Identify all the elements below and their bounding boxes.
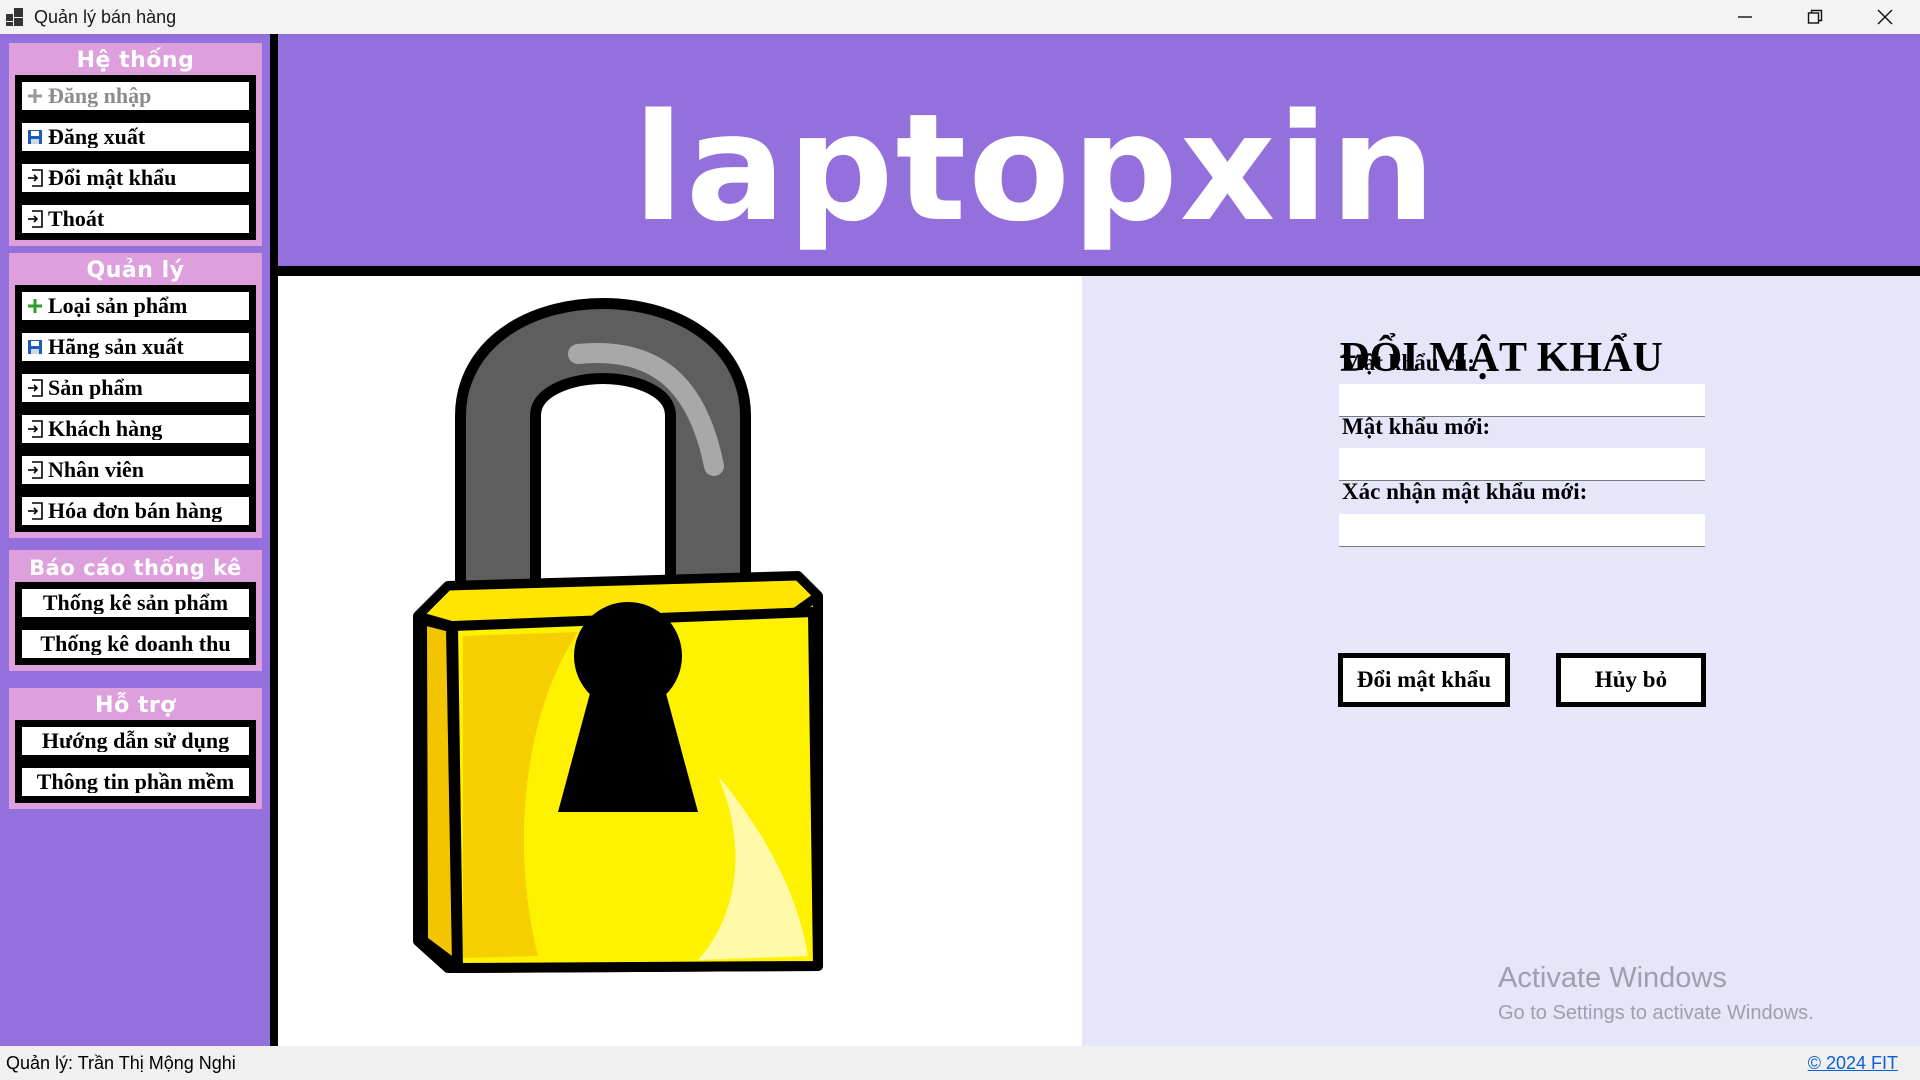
menu-label: Đổi mật khẩu [48, 165, 177, 190]
software-info-button[interactable]: Thông tin phần mềm [19, 765, 252, 799]
new-password-input[interactable] [1339, 448, 1705, 481]
confirm-password-label: Xác nhận mật khẩu mới: [1342, 479, 1588, 504]
employee-button[interactable]: Nhân viên [19, 453, 252, 487]
group-bao-cao-thong-ke: Báo cáo thống kê Thống kê sản phẩm Thống… [9, 550, 262, 671]
menu-label: Hãng sản xuất [48, 334, 184, 359]
new-password-label: Mật khẩu mới: [1342, 414, 1491, 439]
copyright-link[interactable]: © 2024 FIT [1808, 1053, 1898, 1074]
group-title: Báo cáo thống kê [29, 556, 242, 580]
menu-list: Đăng nhập Đăng xuất Đổi mật khẩu Thoát [15, 75, 256, 240]
minimize-icon[interactable] [1710, 0, 1780, 34]
exit-button[interactable]: Thoát [19, 202, 252, 236]
menu-label: Đăng nhập [48, 83, 152, 108]
menu-label: Thông tin phần mềm [36, 769, 235, 794]
user-guide-button[interactable]: Hướng dẫn sử dụng [19, 724, 252, 758]
save-icon [26, 128, 44, 146]
brand-logo: laptopxin [633, 82, 1438, 254]
close-icon[interactable] [1850, 0, 1920, 34]
login-button[interactable]: Đăng nhập [19, 79, 252, 113]
group-title: Hỗ trợ [95, 693, 176, 718]
current-user-label: Quản lý: Trần Thị Mộng Nghi [6, 1052, 236, 1073]
menu-label: Thoát [48, 206, 105, 231]
old-password-label: Mật khẩu cũ: [1342, 350, 1475, 375]
menu-label: Hướng dẫn sử dụng [41, 728, 230, 753]
header-banner: laptopxin [278, 34, 1920, 266]
product-type-button[interactable]: Loại sản phẩm [19, 289, 252, 323]
submit-change-password-button[interactable]: Đổi mật khẩu [1338, 653, 1510, 707]
menu-label: Nhân viên [48, 457, 144, 482]
confirm-password-input[interactable] [1339, 514, 1705, 547]
group-ho-tro: Hỗ trợ Hướng dẫn sử dụng Thông tin phần … [9, 688, 262, 809]
logout-button[interactable]: Đăng xuất [19, 120, 252, 154]
restore-icon[interactable] [1780, 0, 1850, 34]
group-title: Quản lý [86, 258, 185, 283]
change-password-form: ĐỔI MẬT KHẨU Mật khẩu cũ: Mật khẩu mới: … [1082, 276, 1920, 1046]
form-title: ĐỔI MẬT KHẨU [1339, 335, 1663, 381]
product-stats-button[interactable]: Thống kê sản phẩm [19, 586, 252, 620]
customer-button[interactable]: Khách hàng [19, 412, 252, 446]
sales-invoice-button[interactable]: Hóa đơn bán hàng [19, 494, 252, 528]
image-panel [278, 276, 1082, 1046]
exit-icon [26, 169, 44, 187]
group-quan-ly: Quản lý Loại sản phẩm Hãng sản xuất Sản … [9, 253, 262, 538]
window-title: Quản lý bán hàng [34, 6, 177, 27]
exit-icon [26, 461, 44, 479]
plus-icon [26, 297, 44, 315]
revenue-stats-button[interactable]: Thống kê doanh thu [19, 627, 252, 661]
menu-label: Khách hàng [48, 416, 163, 441]
menu-label: Sản phẩm [48, 375, 143, 400]
product-button[interactable]: Sản phẩm [19, 371, 252, 405]
menu-label: Loại sản phẩm [48, 293, 188, 318]
menu-label: Thống kê sản phẩm [42, 590, 229, 615]
menu-label: Đăng xuất [48, 124, 146, 149]
menu-label: Thống kê doanh thu [40, 631, 231, 656]
save-icon [26, 338, 44, 356]
cancel-button[interactable]: Hủy bỏ [1556, 653, 1706, 707]
button-label: Đổi mật khẩu [1356, 667, 1492, 692]
sidebar: Hệ thống Đăng nhập Đăng xuất Đổi mật khẩ… [0, 34, 270, 1046]
menu-label: Hóa đơn bán hàng [48, 498, 223, 523]
status-bar: Quản lý: Trần Thị Mộng Nghi © 2024 FIT [0, 1046, 1920, 1080]
menu-list: Loại sản phẩm Hãng sản xuất Sản phẩm Khá… [15, 285, 256, 532]
change-password-button[interactable]: Đổi mật khẩu [19, 161, 252, 195]
old-password-input[interactable] [1339, 384, 1705, 417]
activate-windows-hint: Go to Settings to activate Windows. [1498, 1002, 1814, 1024]
exit-icon [26, 379, 44, 397]
padlock-icon [413, 298, 823, 973]
title-bar: Quản lý bán hàng [0, 0, 1920, 34]
manufacturer-button[interactable]: Hãng sản xuất [19, 330, 252, 364]
exit-icon [26, 420, 44, 438]
menu-list: Hướng dẫn sử dụng Thông tin phần mềm [15, 720, 256, 803]
app-icon [6, 8, 24, 26]
activate-windows-title: Activate Windows [1498, 962, 1727, 994]
group-he-thong: Hệ thống Đăng nhập Đăng xuất Đổi mật khẩ… [9, 43, 262, 246]
banner-divider [278, 266, 1920, 276]
plus-icon [26, 87, 44, 105]
group-title: Hệ thống [76, 48, 195, 73]
exit-icon [26, 210, 44, 228]
exit-icon [26, 502, 44, 520]
button-label: Hủy bỏ [1594, 667, 1668, 692]
sidebar-divider [270, 34, 278, 1046]
menu-list: Thống kê sản phẩm Thống kê doanh thu [15, 582, 256, 665]
